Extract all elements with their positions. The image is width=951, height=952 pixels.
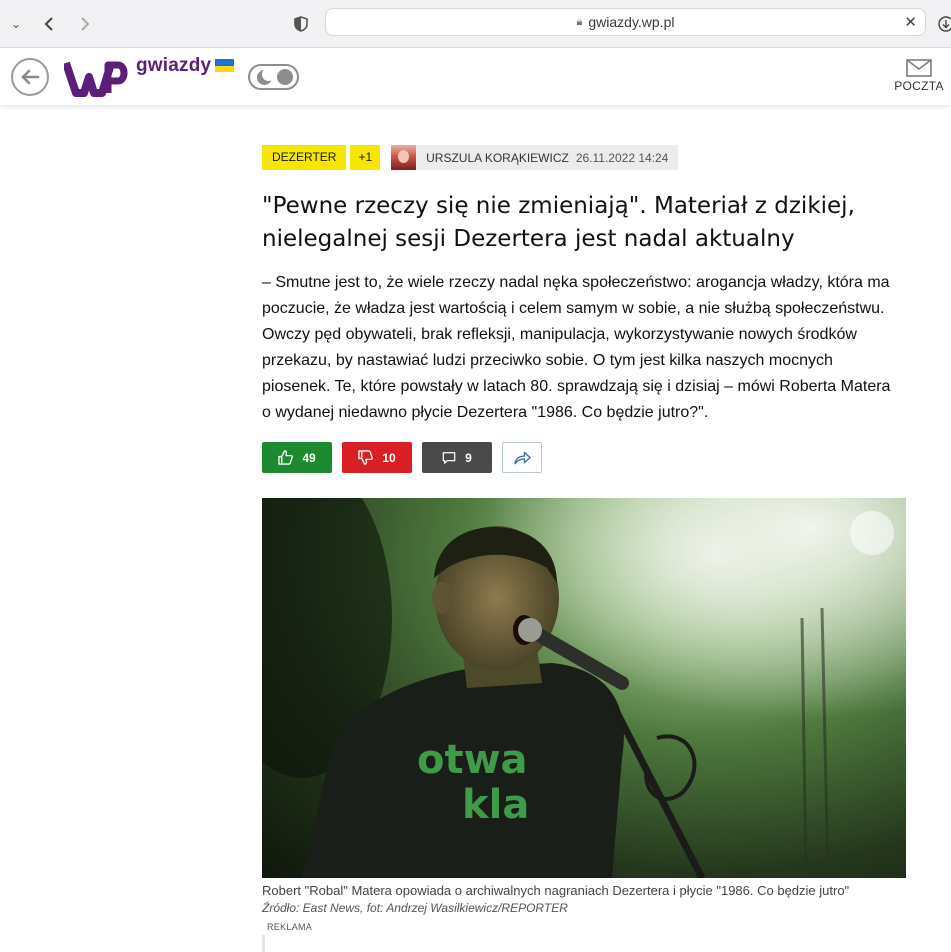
article-lead: – Smutne jest to, że wiele rzeczy nadal … <box>262 274 891 421</box>
dislike-count: 10 <box>382 450 396 465</box>
wp-logo[interactable] <box>62 59 130 102</box>
comments-button[interactable]: 9 <box>422 442 492 473</box>
comment-count: 9 <box>465 450 472 465</box>
back-arrow-icon[interactable] <box>37 12 61 36</box>
comment-icon <box>442 451 456 465</box>
ad-label: REKLAMA <box>267 922 313 932</box>
avatar <box>391 145 417 170</box>
tag-more[interactable]: +1 <box>350 145 381 170</box>
back-circle-icon[interactable] <box>11 58 49 96</box>
article-meta: DEZERTER +1 URSZULA KORĄKIEWICZ 26.11.20… <box>262 145 679 170</box>
publish-date: 26.11.2022 14:24 <box>575 150 669 165</box>
mail-label: POCZTA <box>894 79 944 93</box>
clear-url-icon[interactable]: ✕ <box>904 13 917 31</box>
brand-name[interactable]: gwiazdy <box>136 55 211 77</box>
thumb-up-icon <box>278 450 294 465</box>
site-header: gwiazdy POCZTA <box>0 49 951 105</box>
share-icon <box>513 451 531 465</box>
address-bar[interactable]: 🔒︎ gwiazdy.wp.pl ✕ <box>325 8 926 36</box>
photo-caption: Robert "Robal" Matera opowiada o archiwa… <box>262 883 850 898</box>
like-button[interactable]: 49 <box>262 442 332 473</box>
ad-divider <box>262 935 265 952</box>
theme-toggle-icon[interactable] <box>248 64 299 90</box>
article-title: "Pewne rzeczy się nie zmieniają". Materi… <box>262 193 855 252</box>
browser-toolbar: ⌄ 🔒︎ gwiazdy.wp.pl ✕ <box>0 0 951 48</box>
lock-icon: 🔒︎ <box>576 15 583 28</box>
tag-dezerter[interactable]: DEZERTER <box>262 145 347 170</box>
dislike-button[interactable]: 10 <box>342 442 412 473</box>
author-name: URSZULA KORĄKIEWICZ <box>426 150 569 165</box>
like-count: 49 <box>302 450 316 465</box>
author-box[interactable]: URSZULA KORĄKIEWICZ 26.11.2022 14:24 <box>391 145 679 170</box>
svg-text:kla: kla <box>462 782 529 828</box>
reaction-bar: 49 10 9 <box>262 442 552 473</box>
share-button[interactable] <box>502 442 542 473</box>
url-text: gwiazdy.wp.pl <box>588 14 675 30</box>
thumb-down-icon <box>358 450 374 465</box>
shield-icon[interactable] <box>289 12 313 36</box>
svg-text:otwa: otwa <box>417 737 528 783</box>
download-icon[interactable] <box>934 12 951 36</box>
mail-button[interactable]: POCZTA <box>890 59 948 93</box>
mail-icon <box>906 59 932 77</box>
chevron-down-icon[interactable]: ⌄ <box>4 12 28 36</box>
ukraine-flag <box>215 59 234 72</box>
article-photo[interactable]: otwa kla <box>262 498 906 878</box>
forward-arrow-icon[interactable] <box>73 12 97 36</box>
photo-credit: Źródło: East News, fot: Andrzej Wasilkie… <box>262 901 568 915</box>
